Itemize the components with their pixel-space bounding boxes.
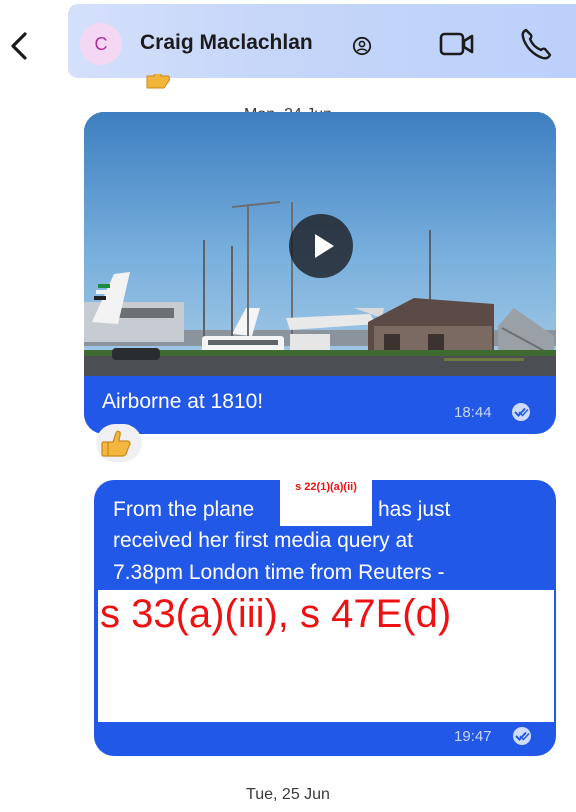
redaction-label: s 22(1)(a)(ii) xyxy=(295,481,357,493)
contact-name[interactable]: Craig Maclachlan xyxy=(140,31,313,55)
message-text: From the plane xyxy=(113,498,255,521)
redaction-label: s 33(a)(iii), s 47E(d) xyxy=(100,592,452,636)
thumbs-up-icon xyxy=(101,430,131,457)
message-text: has just xyxy=(378,498,451,521)
play-icon[interactable] xyxy=(289,214,353,278)
chat-header: C Craig Maclachlan xyxy=(0,0,576,92)
avatar[interactable]: C xyxy=(80,23,122,65)
verified-icon xyxy=(352,36,372,56)
video-caption: Airborne at 1810! xyxy=(102,390,264,413)
read-receipt-icon xyxy=(513,727,531,745)
date-separator: Tue, 25 Jun xyxy=(200,782,376,808)
video-message-bubble[interactable]: Airborne at 1810! 18:44 xyxy=(84,112,556,434)
back-chevron-icon[interactable] xyxy=(4,26,34,66)
message-text: 7.38pm London time from Reuters - xyxy=(113,561,445,584)
read-receipt-icon xyxy=(512,403,530,421)
redaction-box: s 22(1)(a)(ii) xyxy=(280,480,372,526)
text-message-bubble[interactable]: From the plane has just received her fir… xyxy=(94,480,556,756)
redaction-box: s 33(a)(iii), s 47E(d) xyxy=(98,590,554,722)
message-time: 19:47 xyxy=(454,728,492,745)
reaction-badge[interactable] xyxy=(96,424,142,462)
video-call-icon[interactable] xyxy=(438,26,476,62)
message-text: received her first media query at xyxy=(113,529,413,552)
message-time: 18:44 xyxy=(454,404,492,421)
phone-icon[interactable] xyxy=(517,24,555,64)
thumbs-up-reaction-icon xyxy=(142,74,172,92)
